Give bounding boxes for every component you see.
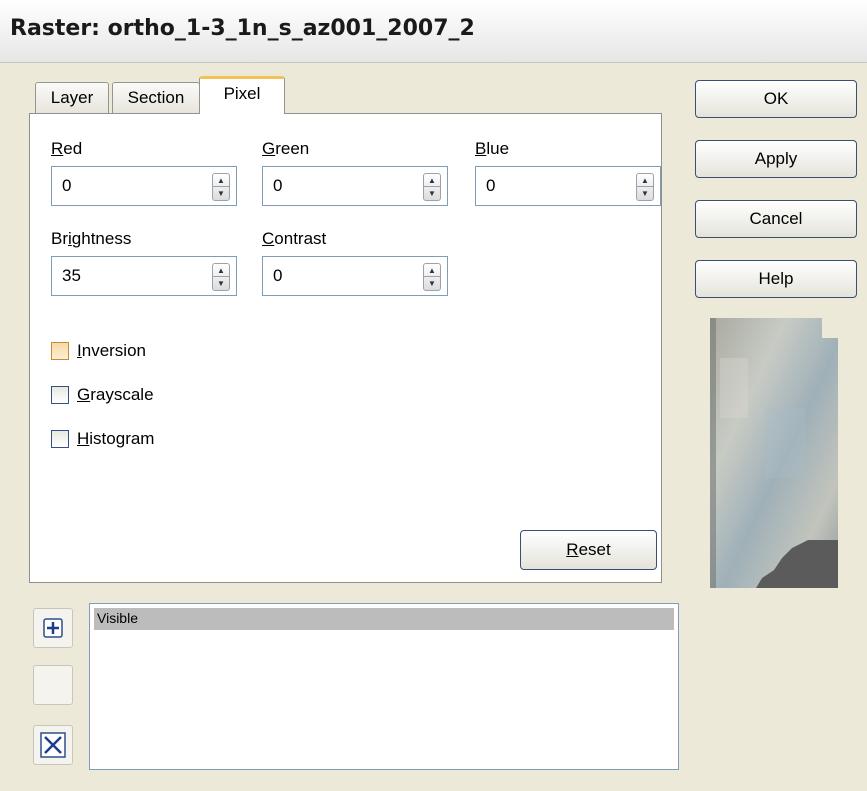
pixel-panel: Red 0 ▲ ▼ Green 0 ▲ ▼ Blue 0 ▲ ▼ Brightn… <box>29 113 662 583</box>
red-value: 0 <box>62 176 72 195</box>
grayscale-checkbox[interactable] <box>51 386 69 404</box>
inversion-checkbox[interactable] <box>51 342 69 360</box>
spin-up-icon[interactable]: ▲ <box>213 174 229 187</box>
green-label: Green <box>262 139 310 158</box>
tab-pixel-label: Pixel <box>223 84 261 103</box>
spin-down-icon[interactable]: ▼ <box>637 187 653 200</box>
brightness-spinner[interactable]: 35 ▲ ▼ <box>51 256 237 296</box>
brightness-spin-buttons[interactable]: ▲ ▼ <box>212 263 230 291</box>
title-bar: Raster: ortho_1-3_1n_s_az001_2007_2 <box>0 0 867 63</box>
plus-icon <box>43 618 63 638</box>
red-spin-buttons[interactable]: ▲ ▼ <box>212 173 230 201</box>
cancel-button[interactable]: Cancel <box>695 200 857 238</box>
brightness-value: 35 <box>62 266 81 285</box>
green-value: 0 <box>273 176 283 195</box>
tab-layer-label: Layer <box>50 88 94 107</box>
blue-label: Blue <box>475 139 510 158</box>
spin-up-icon[interactable]: ▲ <box>424 174 440 187</box>
ok-button[interactable]: OK <box>695 80 857 118</box>
spin-down-icon[interactable]: ▼ <box>424 277 440 290</box>
tab-pixel[interactable]: Pixel <box>199 76 285 114</box>
histogram-checkbox[interactable] <box>51 430 69 448</box>
grayscale-label[interactable]: Grayscale <box>77 385 154 405</box>
contrast-label: Contrast <box>262 229 327 248</box>
brightness-label: Brightness <box>51 229 132 248</box>
list-header-visible[interactable]: Visible <box>94 608 674 630</box>
contrast-spin-buttons[interactable]: ▲ ▼ <box>423 263 441 291</box>
spin-up-icon[interactable]: ▲ <box>637 174 653 187</box>
spin-down-icon[interactable]: ▼ <box>213 277 229 290</box>
remove-button[interactable] <box>33 725 73 765</box>
blue-value: 0 <box>486 176 496 195</box>
window-title: Raster: ortho_1-3_1n_s_az001_2007_2 <box>10 16 475 41</box>
red-spinner[interactable]: 0 ▲ ▼ <box>51 166 237 206</box>
green-spinner[interactable]: 0 ▲ ▼ <box>262 166 448 206</box>
spin-down-icon[interactable]: ▼ <box>424 187 440 200</box>
red-label: Red <box>51 139 83 158</box>
green-spin-buttons[interactable]: ▲ ▼ <box>423 173 441 201</box>
reset-button[interactable]: Reset <box>520 530 657 570</box>
raster-preview-image <box>710 318 838 588</box>
blue-spinner[interactable]: 0 ▲ ▼ <box>475 166 661 206</box>
spin-up-icon[interactable]: ▲ <box>424 264 440 277</box>
add-button[interactable] <box>33 608 73 648</box>
x-icon <box>40 732 66 758</box>
apply-button[interactable]: Apply <box>695 140 857 178</box>
tab-section[interactable]: Section <box>112 82 200 114</box>
visible-list[interactable]: Visible <box>89 603 679 770</box>
tab-layer[interactable]: Layer <box>35 82 109 114</box>
histogram-label[interactable]: Histogram <box>77 429 154 449</box>
spin-up-icon[interactable]: ▲ <box>213 264 229 277</box>
help-button[interactable]: Help <box>695 260 857 298</box>
blue-spin-buttons[interactable]: ▲ ▼ <box>636 173 654 201</box>
spin-down-icon[interactable]: ▼ <box>213 187 229 200</box>
blank-button[interactable] <box>33 665 73 705</box>
tab-section-label: Section <box>127 88 185 107</box>
contrast-spinner[interactable]: 0 ▲ ▼ <box>262 256 448 296</box>
inversion-label[interactable]: Inversion <box>77 341 146 361</box>
contrast-value: 0 <box>273 266 283 285</box>
